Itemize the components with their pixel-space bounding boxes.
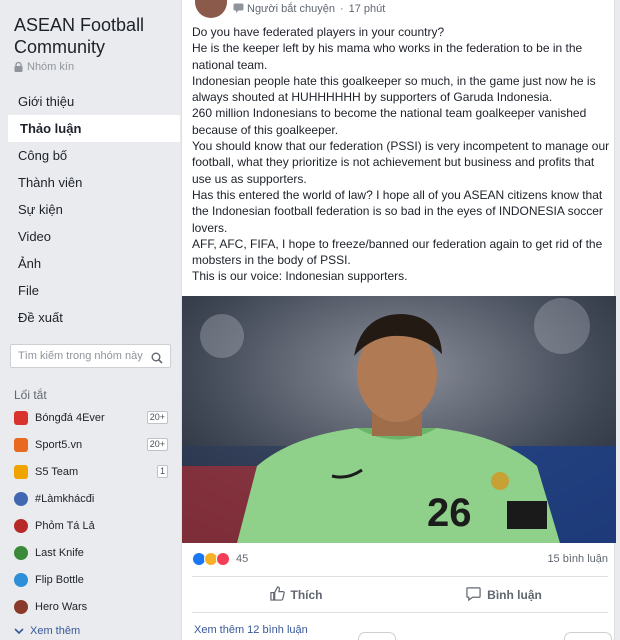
post-header: Người bắt chuyện · 17 phút: [195, 0, 385, 18]
post-body-text: Do you have federated players in your co…: [192, 25, 610, 284]
comment-bubble-peek: [564, 632, 612, 640]
group-title[interactable]: ASEAN Football Community: [14, 14, 174, 58]
nav-item-announcements[interactable]: Công bố: [8, 142, 180, 169]
see-more-label: Xem thêm: [30, 625, 81, 637]
post-card: Người bắt chuyện · 17 phút Do you have f…: [181, 0, 616, 640]
comment-icon: [466, 586, 481, 604]
view-more-comments-link[interactable]: Xem thêm 12 bình luận: [194, 624, 308, 636]
lock-icon: [14, 62, 23, 72]
shortcut-icon: [14, 518, 28, 533]
post-photo[interactable]: 26: [182, 296, 616, 543]
page-edge: [616, 0, 620, 640]
shortcut-label: Bóngđá 4Ever: [35, 411, 105, 424]
shortcut-item[interactable]: #Làmkhácđi: [8, 485, 172, 512]
comment-button[interactable]: Bình luận: [400, 580, 608, 610]
reactions-bar: 45 15 bình luận: [192, 548, 608, 570]
shortcut-label: S5 Team: [35, 465, 79, 478]
shortcut-icon: [14, 545, 28, 560]
group-sidebar: ASEAN Football Community Nhóm kín Giới t…: [0, 0, 180, 640]
post-time[interactable]: 17 phút: [349, 3, 386, 15]
shortcut-icon: [14, 572, 28, 587]
nav-item-photos[interactable]: Ảnh: [8, 250, 180, 277]
trophy-icon: [14, 464, 28, 479]
nav-item-about[interactable]: Giới thiệu: [8, 88, 180, 115]
post-actions: Thích Bình luận: [192, 580, 608, 610]
group-search-input[interactable]: Tìm kiếm trong nhóm này: [10, 344, 171, 368]
shortcut-badge: 1: [156, 465, 168, 478]
shortcut-icon: [14, 437, 28, 452]
shortcut-icon: [14, 599, 28, 614]
divider: [192, 612, 608, 613]
nav-item-members[interactable]: Thành viên: [8, 169, 180, 196]
reactions-count[interactable]: 45: [236, 553, 248, 565]
shortcut-badge: 20+: [146, 438, 168, 451]
nav-item-files[interactable]: File: [8, 277, 180, 304]
shortcut-badge: 20+: [146, 411, 168, 424]
thumbs-up-icon: [269, 586, 285, 604]
search-icon[interactable]: [151, 350, 163, 372]
jersey-number: 26: [427, 491, 472, 535]
search-placeholder: Tìm kiếm trong nhóm này: [18, 350, 143, 362]
love-reaction-icon: [216, 552, 230, 566]
divider: [192, 576, 608, 577]
group-privacy-label: Nhóm kín: [27, 61, 75, 73]
nav-item-discussion[interactable]: Thảo luận: [8, 115, 180, 142]
like-button[interactable]: Thích: [192, 580, 400, 610]
shortcut-item[interactable]: Last Knife: [8, 539, 172, 566]
shortcut-label: Phỏm Tá Lả: [35, 519, 95, 532]
shortcuts-heading: Lối tắt: [14, 388, 47, 402]
shortcut-item[interactable]: Bóngđá 4Ever 20+: [8, 404, 172, 431]
chevron-down-icon: [14, 625, 24, 637]
like-label: Thích: [290, 588, 323, 602]
group-privacy: Nhóm kín: [14, 61, 74, 73]
nav-item-recommendations[interactable]: Đề xuất: [8, 304, 180, 331]
comment-bubble-peek: [358, 632, 396, 640]
conversation-starter-icon: [233, 3, 244, 16]
shortcut-label: Hero Wars: [35, 600, 88, 613]
shortcut-label: Flip Bottle: [35, 573, 84, 586]
nav-item-videos[interactable]: Video: [8, 223, 180, 250]
shortcut-label: #Làmkhácđi: [35, 492, 95, 505]
shortcut-item[interactable]: Sport5.vn 20+: [8, 431, 172, 458]
shortcut-item[interactable]: S5 Team 1: [8, 458, 172, 485]
shortcut-icon: [14, 410, 28, 425]
shortcut-item[interactable]: Flip Bottle: [8, 566, 172, 593]
group-nav: Giới thiệu Thảo luận Công bố Thành viên …: [8, 88, 180, 331]
shortcut-icon: [14, 491, 28, 506]
comment-label: Bình luận: [487, 588, 542, 602]
author-badge-label: Người bắt chuyện: [247, 3, 335, 15]
avatar[interactable]: [195, 0, 227, 18]
separator-dot: ·: [339, 3, 344, 15]
goalkeeper-photo: 26: [182, 296, 616, 543]
nav-item-events[interactable]: Sự kiện: [8, 196, 180, 223]
see-more-shortcuts[interactable]: Xem thêm: [14, 625, 80, 637]
shortcut-item[interactable]: Hero Wars: [8, 593, 172, 620]
shortcut-label: Sport5.vn: [35, 438, 83, 451]
shortcuts-list: Bóngđá 4Ever 20+ Sport5.vn 20+ S5 Team 1 #L…: [8, 404, 172, 620]
shortcut-label: Last Knife: [35, 546, 84, 559]
shortcut-item[interactable]: Phỏm Tá Lả: [8, 512, 172, 539]
comments-count[interactable]: 15 bình luận: [547, 553, 608, 565]
